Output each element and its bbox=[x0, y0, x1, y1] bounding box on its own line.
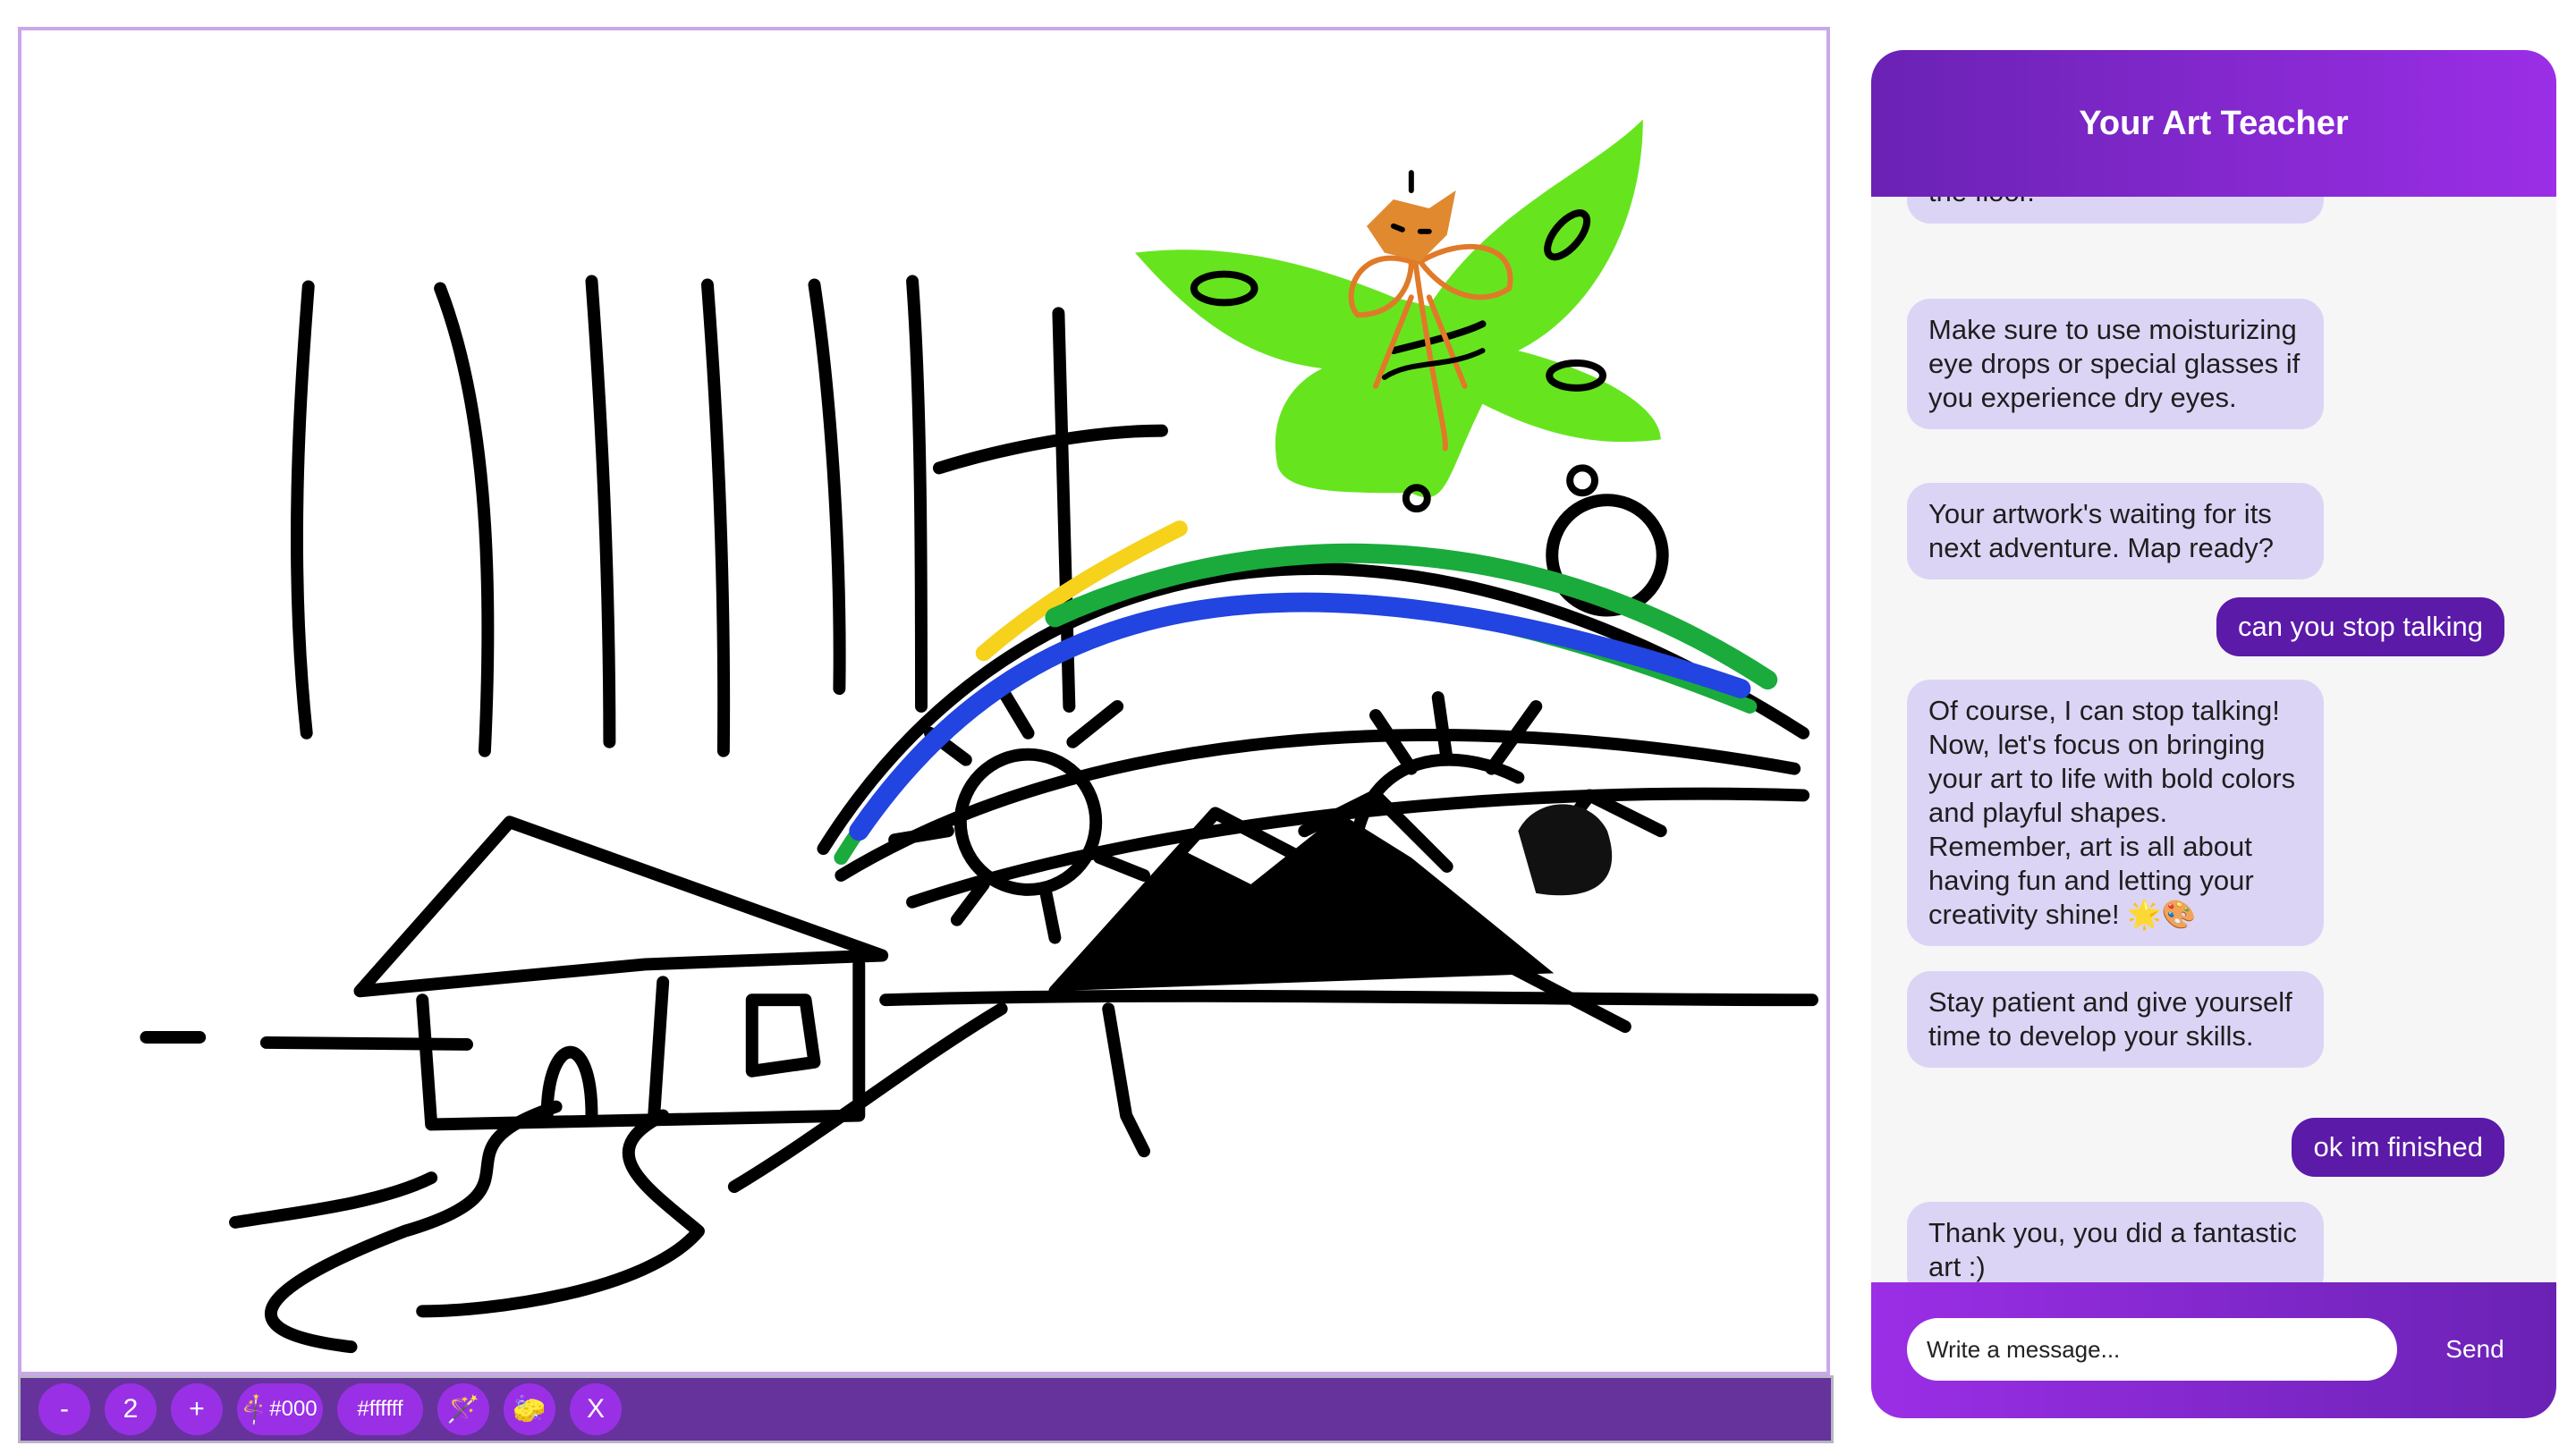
chat-message-user: ok im finished bbox=[2292, 1118, 2504, 1177]
magic-wand-button[interactable]: 🪄 bbox=[437, 1383, 489, 1435]
send-button[interactable]: Send bbox=[2426, 1318, 2524, 1381]
chat-message-bot: Stay patient and give yourself time to d… bbox=[1907, 971, 2324, 1068]
chat-panel: Your Art Teacher the floor. Make sure to… bbox=[1871, 50, 2556, 1418]
secondary-color-label: #ffffff bbox=[357, 1397, 403, 1421]
chat-input-bar: Send bbox=[1871, 1282, 2556, 1418]
chat-message-bot: Make sure to use moisturizing eye drops … bbox=[1907, 299, 2324, 429]
clear-canvas-button[interactable]: X bbox=[570, 1383, 622, 1435]
chat-message-user: can you stop talking bbox=[2216, 597, 2504, 656]
chat-message-bot: the floor. bbox=[1907, 197, 2324, 224]
increase-brush-button[interactable]: + bbox=[171, 1383, 223, 1435]
secondary-color-button[interactable]: #ffffff bbox=[337, 1383, 423, 1435]
message-input[interactable] bbox=[1907, 1318, 2397, 1381]
eraser-button[interactable]: 🧽 bbox=[504, 1383, 555, 1435]
primary-color-button[interactable]: 🪄 #000 bbox=[237, 1383, 323, 1435]
canvas-drawing[interactable] bbox=[21, 30, 1826, 1372]
chat-title: Your Art Teacher bbox=[1871, 50, 2556, 197]
chat-message-bot: Your artwork's waiting for its next adve… bbox=[1907, 483, 2324, 579]
primary-color-label: #000 bbox=[269, 1397, 318, 1421]
chat-message-bot: Of course, I can stop talking! Now, let'… bbox=[1907, 680, 2324, 946]
drawing-toolbar: - 2 + 🪄 #000 #ffffff 🪄 🧽 X bbox=[18, 1375, 1834, 1443]
eraser-icon: 🧽 bbox=[513, 1394, 547, 1424]
magic-wand-icon: 🪄 bbox=[446, 1394, 480, 1424]
drawing-canvas[interactable] bbox=[18, 27, 1830, 1375]
chat-message-list[interactable]: the floor. Make sure to use moisturizing… bbox=[1871, 197, 2556, 1331]
brush-size-value: 2 bbox=[105, 1383, 157, 1435]
decrease-brush-button[interactable]: - bbox=[38, 1383, 90, 1435]
